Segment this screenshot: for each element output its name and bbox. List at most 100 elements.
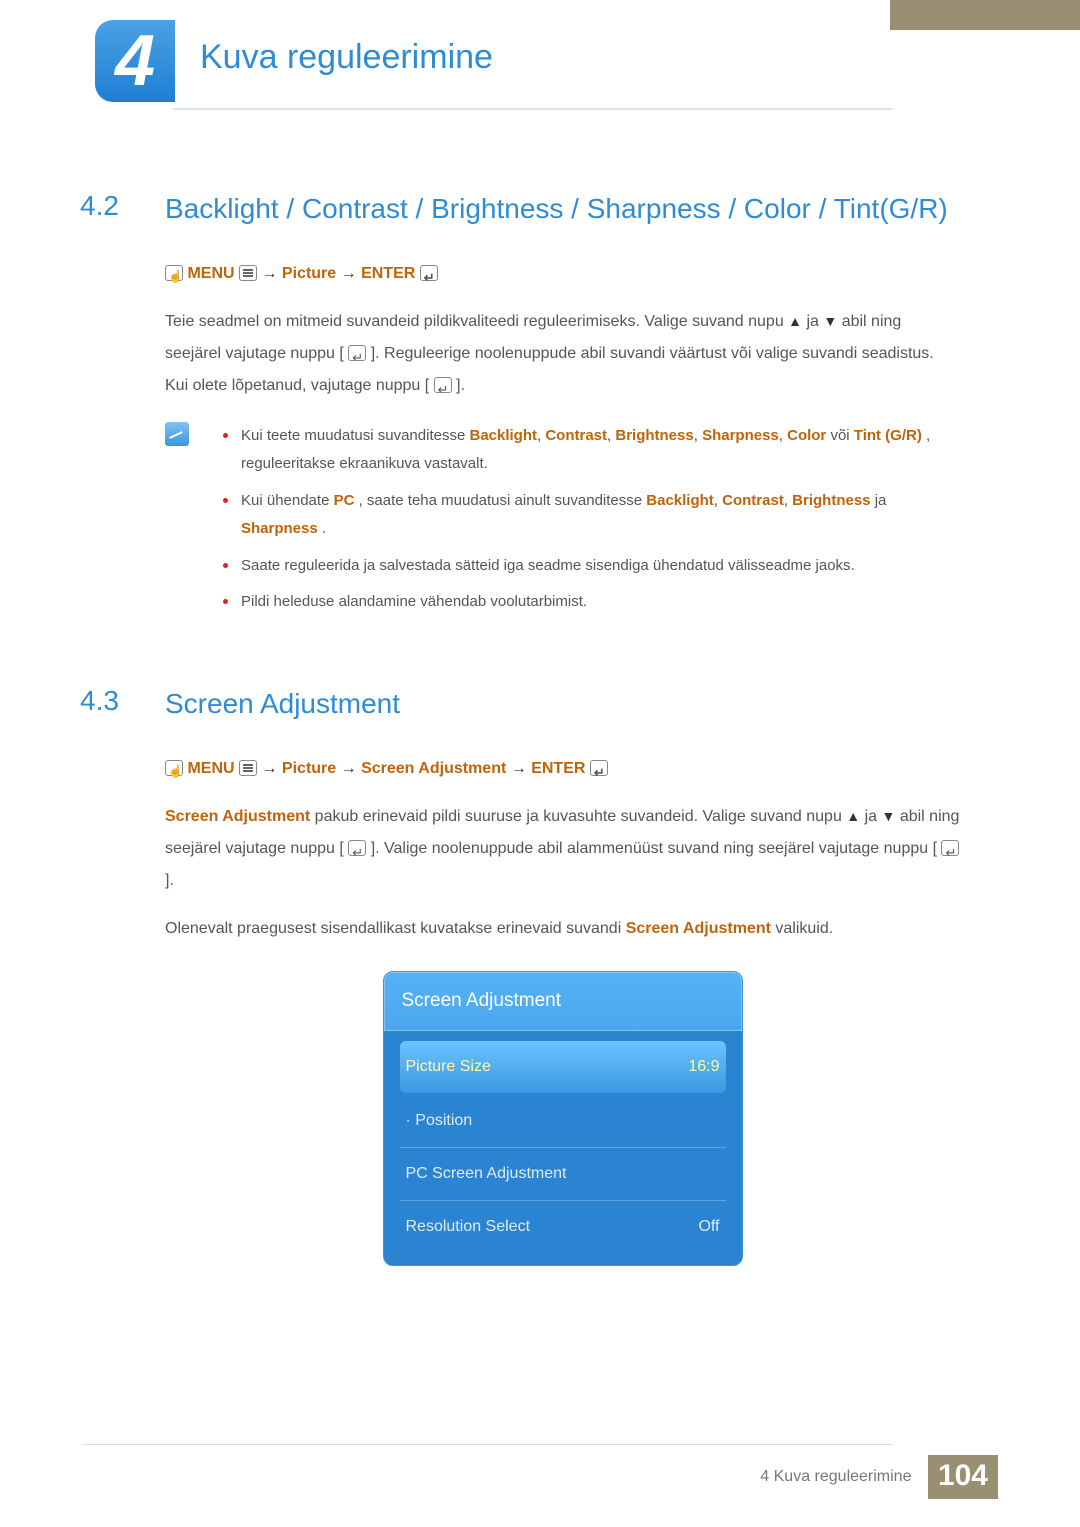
menu-icon — [239, 265, 257, 281]
enter-icon — [420, 265, 438, 281]
section-4-3-body: MENU → Picture → Screen Adjustment → ENT… — [165, 753, 960, 1266]
section-4-2-header: 4.2 Backlight / Contrast / Brightness / … — [80, 190, 960, 228]
chapter-title-divider — [173, 108, 893, 110]
text-fragment: ]. — [456, 377, 465, 394]
text-fragment: ]. — [165, 872, 174, 889]
menu-path: MENU → Picture → ENTER — [165, 258, 960, 290]
chapter-number-badge: 4 — [95, 20, 175, 102]
nav-arrow: → — [341, 265, 357, 282]
page-content: 4.2 Backlight / Contrast / Brightness / … — [80, 190, 960, 1266]
remote-hand-icon — [165, 760, 183, 776]
text-fragment: ja — [806, 313, 823, 330]
header-stripe — [890, 0, 1080, 30]
text-fragment: , — [694, 427, 702, 444]
text-fragment: Kui ühendate — [241, 492, 334, 509]
note-item: Saate reguleerida ja salvestada sätteid … — [223, 552, 960, 581]
osd-row-label: PC Screen Adjustment — [406, 1158, 567, 1190]
text-fragment: ja — [865, 808, 882, 825]
footer-chapter-ref: 4 Kuva reguleerimine — [760, 1468, 911, 1486]
section-4-3-header: 4.3 Screen Adjustment — [80, 685, 960, 723]
nav-arrow: → — [261, 265, 277, 282]
menu-label: MENU — [187, 760, 234, 777]
enter-icon — [434, 377, 452, 393]
note-block: Kui teete muudatusi suvanditesse Backlig… — [165, 422, 960, 625]
osd-row-value: 16:9 — [688, 1051, 719, 1083]
menu-path: MENU → Picture → Screen Adjustment → ENT… — [165, 753, 960, 785]
nav-arrow: → — [341, 760, 357, 777]
note-item: Pildi heleduse alandamine vähendab voolu… — [223, 588, 960, 617]
highlight-term: Backlight — [469, 427, 537, 444]
nav-arrow: → — [261, 760, 277, 777]
note-icon — [165, 422, 189, 446]
menu-step-enter: ENTER — [531, 760, 585, 777]
arrow-down-icon: ▼ — [823, 307, 837, 335]
text-fragment: ]. Valige noolenuppude abil alammenüüst … — [371, 840, 937, 857]
paragraph: Olenevalt praegusest sisendallikast kuva… — [165, 913, 960, 945]
highlight-term: Backlight — [646, 492, 714, 509]
text-fragment: või — [830, 427, 853, 444]
highlight-term: PC — [334, 492, 355, 509]
text-fragment: valikuid. — [775, 920, 833, 937]
section-title: Backlight / Contrast / Brightness / Shar… — [165, 190, 948, 228]
note-list: Kui teete muudatusi suvanditesse Backlig… — [223, 422, 960, 625]
page-number-badge: 104 — [928, 1455, 998, 1499]
osd-title: Screen Adjustment — [384, 972, 742, 1031]
osd-row-label: Picture Size — [406, 1051, 491, 1083]
enter-icon — [941, 840, 959, 856]
section-4-2-body: MENU → Picture → ENTER Teie seadmel on m… — [165, 258, 960, 402]
menu-step-picture: Picture — [282, 760, 336, 777]
osd-row-value: Off — [698, 1211, 719, 1243]
text-fragment: Olenevalt praegusest sisendallikast kuva… — [165, 920, 626, 937]
osd-row[interactable]: Picture Size 16:9 — [400, 1041, 726, 1093]
remote-hand-icon — [165, 265, 183, 281]
text-fragment: , — [714, 492, 722, 509]
section-title: Screen Adjustment — [165, 685, 400, 723]
text-fragment: Kui teete muudatusi suvanditesse — [241, 427, 469, 444]
highlight-term: Screen Adjustment — [165, 808, 310, 825]
chapter-title: Kuva reguleerimine — [200, 38, 493, 77]
enter-icon — [348, 345, 366, 361]
menu-icon — [239, 760, 257, 776]
osd-row-label: · Position — [406, 1105, 473, 1137]
text-fragment: Teie seadmel on mitmeid suvandeid pildik… — [165, 313, 788, 330]
paragraph: Teie seadmel on mitmeid suvandeid pildik… — [165, 306, 960, 402]
highlight-term: Color — [787, 427, 826, 444]
paragraph: Screen Adjustment pakub erinevaid pildi … — [165, 801, 960, 897]
footer-chapter-title: Kuva reguleerimine — [774, 1468, 912, 1485]
osd-row[interactable]: Resolution Select Off — [400, 1201, 726, 1253]
highlight-term: Brightness — [792, 492, 870, 509]
section-number: 4.3 — [80, 685, 165, 717]
highlight-term: Contrast — [545, 427, 607, 444]
text-fragment: , saate teha muudatusi ainult suvandites… — [359, 492, 647, 509]
page-footer: 4 Kuva reguleerimine 104 — [0, 1444, 1080, 1499]
highlight-term: Brightness — [615, 427, 693, 444]
highlight-term: Screen Adjustment — [626, 920, 771, 937]
menu-label: MENU — [187, 265, 234, 282]
menu-step-picture: Picture — [282, 265, 336, 282]
osd-row[interactable]: PC Screen Adjustment — [400, 1148, 726, 1201]
highlight-term: Tint (G/R) — [854, 427, 922, 444]
section-number: 4.2 — [80, 190, 165, 222]
menu-step-enter: ENTER — [361, 265, 415, 282]
highlight-term: Sharpness — [702, 427, 779, 444]
arrow-down-icon: ▼ — [882, 802, 896, 830]
osd-body: Picture Size 16:9 · Position PC Screen Adju… — [384, 1031, 742, 1265]
note-item: Kui ühendate PC , saate teha muudatusi a… — [223, 487, 960, 544]
text-fragment: . — [322, 520, 326, 537]
arrow-up-icon: ▲ — [846, 802, 860, 830]
osd-panel: Screen Adjustment Picture Size 16:9 · Posi… — [383, 971, 743, 1266]
text-fragment: , — [784, 492, 792, 509]
text-fragment: , — [779, 427, 787, 444]
osd-row[interactable]: · Position — [400, 1095, 726, 1148]
footer-divider — [82, 1444, 892, 1445]
menu-step-screen-adjustment: Screen Adjustment — [361, 760, 506, 777]
highlight-term: Sharpness — [241, 520, 318, 537]
nav-arrow: → — [511, 760, 527, 777]
osd-row-label: Resolution Select — [406, 1211, 531, 1243]
footer-chapter-number: 4 — [760, 1468, 769, 1485]
highlight-term: Contrast — [722, 492, 784, 509]
note-item: Kui teete muudatusi suvanditesse Backlig… — [223, 422, 960, 479]
text-fragment: ja — [875, 492, 887, 509]
enter-icon — [348, 840, 366, 856]
enter-icon — [590, 760, 608, 776]
